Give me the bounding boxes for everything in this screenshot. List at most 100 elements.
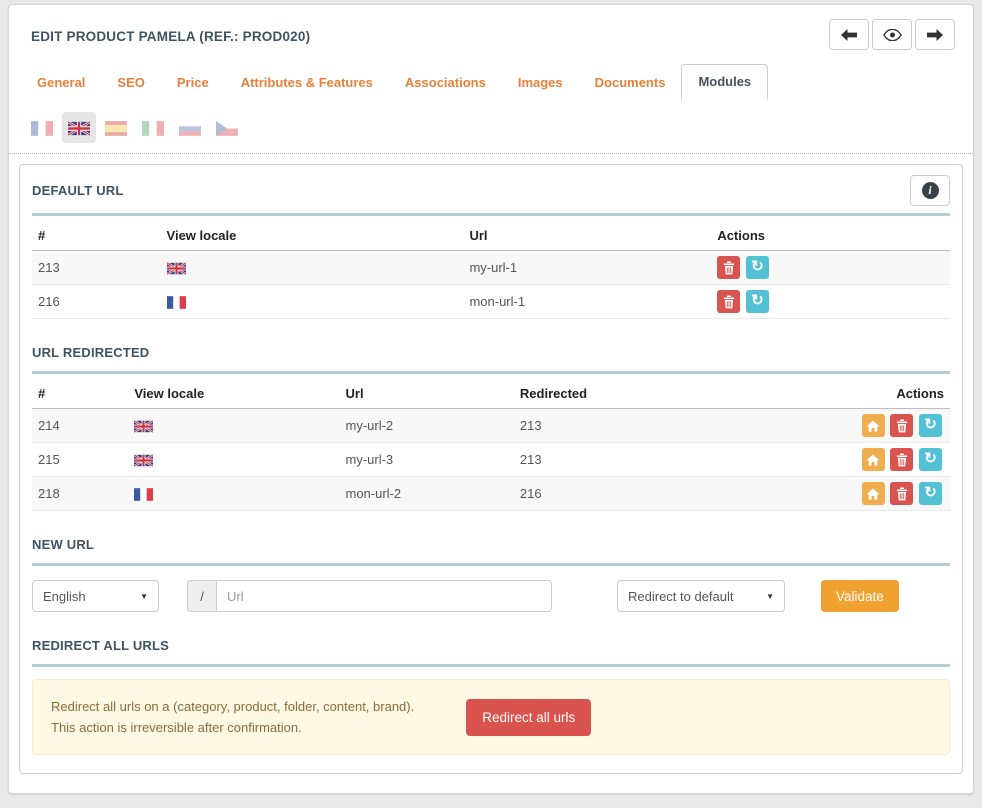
column-header-actions: Actions: [711, 220, 950, 251]
tab-modules[interactable]: Modules: [681, 64, 768, 100]
refresh-icon: ↻: [924, 417, 937, 432]
url-id: 214: [32, 409, 128, 443]
column-header-id: #: [32, 378, 128, 409]
redirect-all-urls-button[interactable]: Redirect all urls: [466, 699, 591, 736]
section-title-default-url: DEFAULT URL: [32, 183, 124, 198]
section-title-url-redirected: URL REDIRECTED: [32, 345, 149, 360]
url-input[interactable]: [216, 580, 552, 612]
tab-attributes-features[interactable]: Attributes & Features: [225, 66, 389, 100]
url-input-group: /: [187, 580, 552, 612]
section-title-new-url: NEW URL: [32, 537, 94, 552]
url-value: mon-url-2: [340, 477, 514, 511]
tab-associations[interactable]: Associations: [389, 66, 502, 100]
column-header-locale: View locale: [161, 220, 464, 251]
left-arrow-icon: [841, 29, 857, 41]
eye-icon: [883, 29, 902, 41]
tab-documents[interactable]: Documents: [579, 66, 682, 100]
flag-uk-icon: [167, 262, 186, 275]
table-header-row: # View locale Url Redirected Actions: [32, 378, 950, 409]
delete-url-button[interactable]: [890, 448, 913, 471]
chevron-down-icon: ▼: [766, 592, 774, 601]
section-rule: [32, 213, 950, 216]
chevron-down-icon: ▼: [140, 592, 148, 601]
url-value: my-url-1: [463, 251, 711, 285]
new-url-form: English ▼ / Redirect to default ▼ Valida…: [32, 580, 950, 612]
column-header-url: Url: [340, 378, 514, 409]
new-url-section-head: NEW URL: [32, 529, 950, 559]
home-icon: [866, 454, 880, 466]
delete-url-button[interactable]: [890, 414, 913, 437]
flag-spain-icon: [105, 121, 127, 136]
language-select[interactable]: English ▼: [32, 580, 159, 612]
delete-url-button[interactable]: [717, 290, 740, 313]
regenerate-url-button[interactable]: ↻: [746, 256, 769, 279]
flag-uk-icon: [134, 420, 153, 433]
tab-bar: General SEO Price Attributes & Features …: [9, 50, 973, 100]
url-value: mon-url-1: [463, 285, 711, 319]
section-title-redirect-all: REDIRECT ALL URLS: [32, 638, 169, 653]
set-default-url-button[interactable]: [862, 414, 885, 437]
url-value: my-url-3: [340, 443, 514, 477]
delete-url-button[interactable]: [717, 256, 740, 279]
trash-icon: [723, 261, 735, 275]
table-header-row: # View locale Url Actions: [32, 220, 950, 251]
url-redirected-section-head: URL REDIRECTED: [32, 337, 950, 367]
card-header: EDIT PRODUCT PAMELA (REF.: PROD020): [9, 5, 973, 50]
notice-line-2: This action is irreversible after confir…: [51, 717, 414, 738]
language-russian[interactable]: [173, 112, 207, 143]
next-product-button[interactable]: [915, 19, 955, 50]
dotted-separator: [9, 153, 973, 154]
redirect-select[interactable]: Redirect to default ▼: [617, 580, 785, 612]
url-id: 215: [32, 443, 128, 477]
refresh-icon: ↻: [751, 259, 764, 274]
trash-icon: [896, 453, 908, 467]
info-button[interactable]: i: [910, 175, 950, 206]
flag-russia-icon: [179, 121, 201, 136]
flag-france-icon: [167, 296, 186, 309]
page-title: EDIT PRODUCT PAMELA (REF.: PROD020): [31, 29, 310, 44]
language-bar: [9, 100, 973, 151]
flag-italy-icon: [142, 121, 164, 136]
tab-seo[interactable]: SEO: [101, 66, 160, 100]
urls-module-panel: DEFAULT URL i # View locale Url Actions …: [19, 164, 963, 774]
flag-france-icon: [31, 121, 53, 136]
refresh-icon: ↻: [924, 485, 937, 500]
home-icon: [866, 488, 880, 500]
regenerate-url-button[interactable]: ↻: [919, 482, 942, 505]
flag-czech-icon: [216, 121, 238, 136]
column-header-url: Url: [463, 220, 711, 251]
url-id: 213: [32, 251, 161, 285]
validate-button[interactable]: Validate: [821, 580, 899, 612]
language-french[interactable]: [25, 112, 59, 143]
trash-icon: [896, 419, 908, 433]
language-italian[interactable]: [136, 112, 170, 143]
default-url-table: # View locale Url Actions 213 my-url-1 ↻: [32, 220, 950, 319]
preview-product-button[interactable]: [872, 19, 912, 50]
url-id: 218: [32, 477, 128, 511]
regenerate-url-button[interactable]: ↻: [746, 290, 769, 313]
redirected-to: 216: [514, 477, 799, 511]
set-default-url-button[interactable]: [862, 448, 885, 471]
tab-price[interactable]: Price: [161, 66, 225, 100]
url-prefix-addon: /: [187, 580, 216, 612]
previous-product-button[interactable]: [829, 19, 869, 50]
table-row: 215 my-url-3 213 ↻: [32, 443, 950, 477]
tab-general[interactable]: General: [21, 66, 101, 100]
section-rule: [32, 563, 950, 566]
redirect-all-section-head: REDIRECT ALL URLS: [32, 630, 950, 660]
language-czech[interactable]: [210, 112, 244, 143]
delete-url-button[interactable]: [890, 482, 913, 505]
url-id: 216: [32, 285, 161, 319]
regenerate-url-button[interactable]: ↻: [919, 448, 942, 471]
column-header-locale: View locale: [128, 378, 339, 409]
section-rule: [32, 371, 950, 374]
language-english[interactable]: [62, 112, 96, 143]
table-row: 214 my-url-2 213 ↻: [32, 409, 950, 443]
main-card: EDIT PRODUCT PAMELA (REF.: PROD020) Gene…: [8, 4, 974, 794]
regenerate-url-button[interactable]: ↻: [919, 414, 942, 437]
redirected-to: 213: [514, 409, 799, 443]
tab-images[interactable]: Images: [502, 66, 579, 100]
header-actions: [826, 19, 955, 50]
set-default-url-button[interactable]: [862, 482, 885, 505]
language-spanish[interactable]: [99, 112, 133, 143]
